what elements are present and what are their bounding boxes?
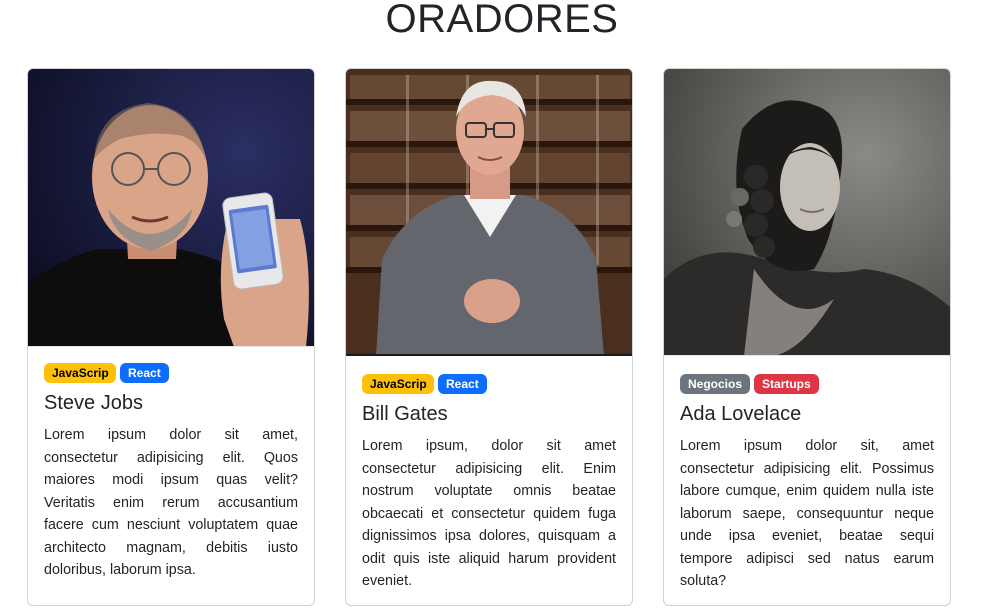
tag-badge: Startups	[754, 374, 819, 394]
page-title: ORADORES	[385, 0, 619, 41]
tag-badge: Negocios	[680, 374, 751, 394]
speaker-card: JavaScrip React Steve Jobs Lorem ipsum d…	[27, 68, 315, 606]
tag-badge: JavaScrip	[44, 363, 116, 383]
speaker-bio: Lorem ipsum, dolor sit amet consectetur …	[362, 438, 616, 589]
tag-badge: JavaScrip	[362, 374, 434, 394]
tag-badge: React	[438, 374, 487, 394]
speaker-photo	[28, 69, 314, 347]
speaker-photo	[346, 69, 632, 356]
speaker-name: Steve Jobs	[44, 392, 143, 414]
portrait-photo-icon	[664, 69, 950, 355]
portrait-photo-icon	[346, 69, 632, 354]
speaker-name: Ada Lovelace	[680, 403, 802, 425]
speaker-photo	[664, 69, 950, 356]
portrait-photo-icon	[28, 69, 314, 346]
tag-badge: React	[120, 363, 169, 383]
speaker-card: JavaScrip React Bill Gates Lorem ipsum, …	[345, 68, 633, 606]
speaker-bio: Lorem ipsum dolor sit, amet consectetur …	[680, 438, 934, 589]
speaker-card: Negocios Startups Ada Lovelace Lorem ips…	[663, 68, 951, 606]
speaker-bio: Lorem ipsum dolor sit amet, consectetur …	[44, 427, 298, 578]
speaker-name: Bill Gates	[362, 403, 448, 425]
